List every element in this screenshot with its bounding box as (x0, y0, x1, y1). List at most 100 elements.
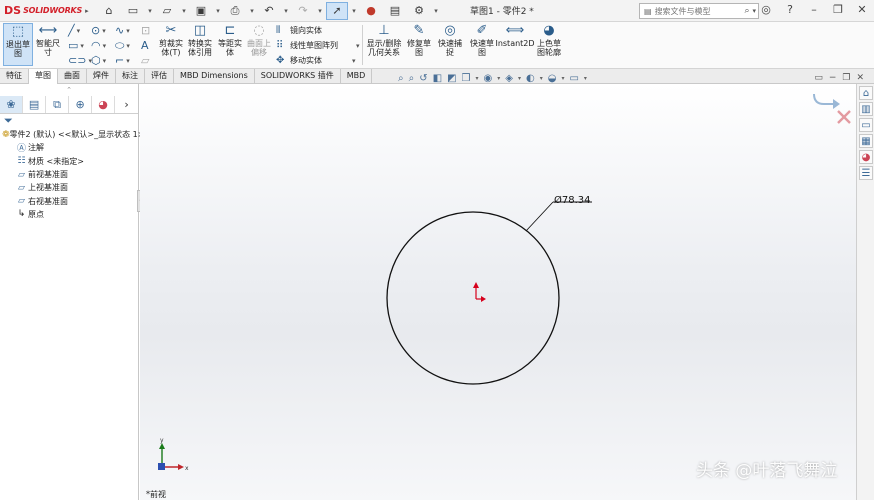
redo-dropdown-icon[interactable]: ▾ (316, 7, 324, 15)
print-icon[interactable]: ⎙ (224, 2, 246, 20)
sketch-circle[interactable] (386, 211, 560, 385)
confirmation-corner[interactable] (813, 93, 851, 124)
minimize-icon[interactable]: – (802, 3, 826, 16)
offset-entities-button[interactable]: ⊏ 等距实体 (216, 23, 244, 57)
file-explorer-icon[interactable]: ▭ (859, 118, 873, 132)
spline-tool[interactable]: ∿ ▾ (115, 23, 130, 38)
more-tabs-icon[interactable]: › (115, 96, 138, 113)
view-settings-dropdown-icon[interactable]: ▾ (584, 75, 587, 82)
hide-show-dropdown-icon[interactable]: ▾ (518, 75, 521, 82)
point-tool[interactable]: ⊡ (141, 23, 150, 38)
dimxpert-manager-tab-icon[interactable]: ⊕ (69, 96, 93, 113)
filter-icon[interactable]: ⏷ (0, 114, 138, 128)
configuration-manager-tab-icon[interactable]: ⧉ (46, 96, 70, 113)
tree-item-origin[interactable]: ↳ 原点 (2, 208, 138, 221)
section-view-icon[interactable]: ◧ (433, 73, 442, 84)
spline-dropdown-icon[interactable]: ▾ (126, 27, 130, 35)
move-dropdown-icon[interactable]: ▾ (352, 57, 356, 65)
shaded-contours-button[interactable]: ◕ 上色草图轮廓 (534, 23, 564, 57)
open-file-icon[interactable]: ▱ (156, 2, 178, 20)
hide-show-items-icon[interactable]: ◈ (505, 73, 513, 84)
doc-tile-icon[interactable]: − (829, 73, 837, 83)
options-icon[interactable]: ⚙ (408, 2, 430, 20)
instant2d-button[interactable]: ⟺ Instant2D (495, 23, 534, 48)
tab-mbd[interactable]: MBD (341, 69, 373, 84)
text-tool[interactable]: A (141, 38, 149, 53)
rectangle-tool[interactable]: ▭ ▾ (68, 38, 84, 53)
solidworks-logo[interactable]: DS SOLIDWORKS ▸ (0, 4, 92, 17)
doc-restore-icon[interactable]: ❐ (842, 73, 850, 83)
home-icon[interactable]: ⌂ (98, 2, 120, 20)
edit-appearance-icon[interactable]: ◐ (526, 73, 535, 84)
rectangle-dropdown-icon[interactable]: ▾ (80, 42, 84, 50)
tree-item-right-plane[interactable]: ▱ 右视基准面 (2, 194, 138, 207)
zoom-to-area-icon[interactable]: ⌕ (409, 73, 415, 84)
offset-on-surface-button[interactable]: ◌ 曲面上偏移 (246, 23, 272, 57)
circle-tool[interactable]: ⊙ ▾ (91, 23, 106, 38)
previous-view-icon[interactable]: ↺ (419, 73, 427, 84)
move-entities-button[interactable]: ✥ 移动实体 ▾ (276, 53, 356, 68)
select-dropdown-icon[interactable]: ▾ (350, 7, 358, 15)
pattern-dropdown-icon[interactable]: ▾ (356, 42, 360, 50)
view-settings-icon[interactable]: ▭ (569, 73, 578, 84)
redo-icon[interactable]: ↷ (292, 2, 314, 20)
appearances-icon[interactable]: ◕ (859, 150, 873, 164)
search-scope-icon[interactable]: ▤ (644, 7, 652, 16)
diameter-dimension[interactable]: Ø78.34 (554, 194, 591, 206)
custom-properties-icon[interactable]: ☰ (859, 166, 873, 180)
tab-surfaces[interactable]: 曲面 (58, 69, 87, 84)
options-dropdown-icon[interactable]: ▾ (432, 7, 440, 15)
rapid-sketch-button[interactable]: ✐ 快速草图 (468, 23, 496, 57)
undo-icon[interactable]: ↶ (258, 2, 280, 20)
account-icon[interactable]: ◎ (754, 3, 778, 16)
tree-root-part[interactable]: ❁ 零件2 (默认) <<默认>_显示状态 1> (2, 128, 144, 141)
solidworks-resources-icon[interactable]: ⌂ (859, 86, 873, 100)
select-icon[interactable]: ➚ (326, 1, 348, 20)
display-style-dropdown-icon[interactable]: ▾ (497, 75, 500, 82)
view-orientation-dropdown-icon[interactable]: ▾ (475, 75, 478, 82)
traffic-light-icon[interactable]: ● (360, 2, 382, 20)
arc-dropdown-icon[interactable]: ▾ (103, 42, 107, 50)
tree-item-material[interactable]: ☷ 材质 <未指定> (2, 155, 138, 168)
tab-sketch[interactable]: 草图 (29, 69, 58, 84)
arc-tool[interactable]: ◠ ▾ (91, 38, 106, 53)
display-style-icon[interactable]: ◉ (484, 73, 493, 84)
design-library-icon[interactable]: ▥ (859, 102, 873, 116)
tab-evaluate[interactable]: 评估 (145, 69, 174, 84)
close-icon[interactable]: ✕ (850, 3, 874, 16)
save-dropdown-icon[interactable]: ▾ (214, 7, 222, 15)
tree-item-annotations[interactable]: Ⓐ 注解 (2, 141, 138, 154)
display-manager-tab-icon[interactable]: ◕ (92, 96, 116, 113)
exit-sketch-button[interactable]: ⬚ 退出草图 (3, 23, 33, 66)
tab-weldments[interactable]: 焊件 (87, 69, 116, 84)
help-icon[interactable]: ? (778, 3, 802, 16)
plane-tool[interactable]: ▱ (141, 53, 149, 68)
slot-tool[interactable]: ⊂⊃ ▾ (68, 53, 92, 68)
view-palette-icon[interactable]: ▦ (859, 134, 873, 148)
file-properties-icon[interactable]: ▤ (384, 2, 406, 20)
search-box[interactable]: ▤ 搜索文件与模型 ⌕ ▾ (639, 3, 759, 19)
new-file-icon[interactable]: ▭ (122, 2, 144, 20)
apply-scene-icon[interactable]: ◒ (548, 73, 557, 84)
appearance-dropdown-icon[interactable]: ▾ (540, 75, 543, 82)
property-manager-tab-icon[interactable]: ▤ (23, 96, 47, 113)
doc-close-icon[interactable]: ✕ (856, 73, 864, 83)
zoom-to-fit-icon[interactable]: ⌕ (398, 73, 404, 84)
tab-mbd-dimensions[interactable]: MBD Dimensions (174, 69, 255, 84)
quick-snaps-button[interactable]: ◎ 快速捕捉 (436, 23, 464, 57)
tree-item-front-plane[interactable]: ▱ 前视基准面 (2, 168, 138, 181)
convert-entities-button[interactable]: ◫ 转换实体引用 (186, 23, 214, 57)
print-dropdown-icon[interactable]: ▾ (248, 7, 256, 15)
graphics-area[interactable]: Ø78.34 y x *前视 (140, 84, 856, 500)
feature-manager-tab-icon[interactable]: ❀ (0, 96, 24, 113)
ellipse-tool[interactable]: ⬭ ▾ (115, 38, 130, 53)
save-icon[interactable]: ▣ (190, 2, 212, 20)
fillet-dropdown-icon[interactable]: ▾ (126, 57, 130, 65)
line-tool[interactable]: ╱ ▾ (68, 23, 80, 38)
doc-minimize-icon[interactable]: ▭ (814, 73, 823, 83)
tree-item-top-plane[interactable]: ▱ 上视基准面 (2, 181, 138, 194)
line-dropdown-icon[interactable]: ▾ (77, 27, 81, 35)
tab-solidworks-addins[interactable]: SOLIDWORKS 插件 (255, 69, 341, 84)
trim-button[interactable]: ✂ 剪裁实体(T) (158, 23, 184, 57)
undo-dropdown-icon[interactable]: ▾ (282, 7, 290, 15)
